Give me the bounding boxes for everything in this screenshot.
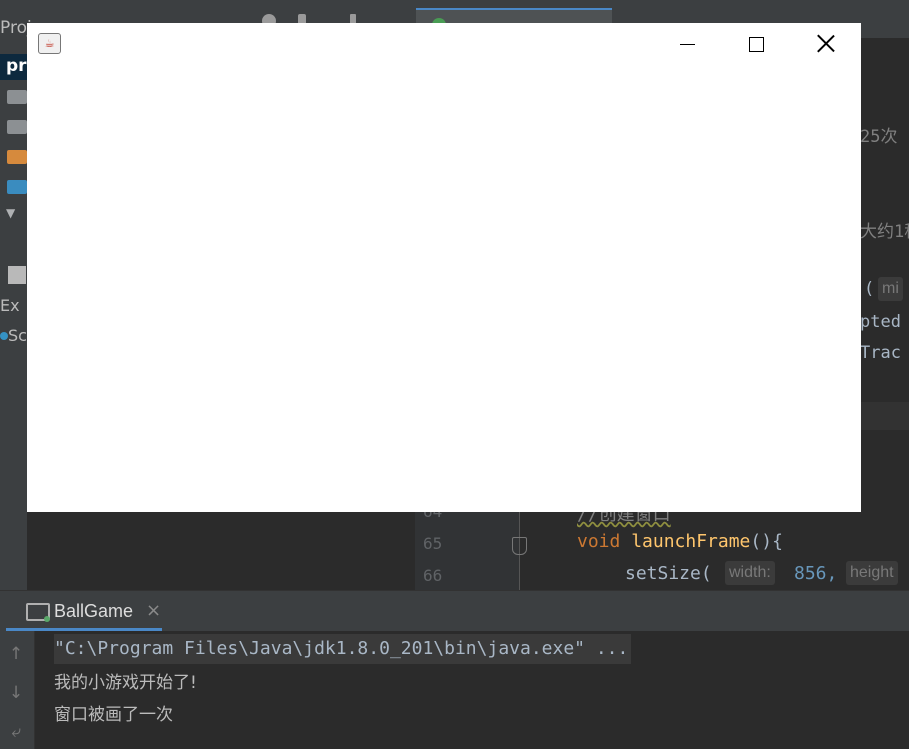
code-line-call: setSize( (625, 563, 712, 584)
code-comment-fragment: 25次 (860, 127, 898, 147)
maximize-button[interactable] (737, 31, 777, 59)
project-root-item[interactable]: pr (0, 54, 27, 80)
width-value: 856, (794, 563, 838, 584)
fold-marker-icon[interactable] (512, 537, 527, 555)
height-param-hint: height (846, 561, 898, 585)
library-icon[interactable] (8, 266, 26, 284)
close-icon (816, 33, 836, 53)
width-param-hint: width: (725, 561, 775, 585)
run-tool-bar: BallGame × (0, 590, 909, 631)
close-button[interactable] (806, 31, 846, 59)
run-tab-ballgame[interactable]: BallGame × (6, 591, 162, 631)
arrow-down-icon[interactable]: ↓ (7, 684, 25, 702)
code-line-method: void launchFrame(){ (577, 531, 783, 552)
code-stacktrace-fragment: Trac (860, 343, 901, 363)
run-tab-label: BallGame (54, 601, 134, 621)
line-number: 66 (423, 566, 443, 585)
close-tab-icon[interactable]: × (146, 600, 161, 621)
scratches-label[interactable]: Sc (8, 326, 27, 345)
expand-arrow-icon[interactable]: ▼ (6, 206, 15, 220)
console-command-line: "C:\Program Files\Java\jdk1.8.0_201\bin\… (54, 634, 632, 664)
project-root-label: pr (6, 56, 27, 76)
console-output-line: 我的小游戏开始了! (54, 673, 197, 693)
maximize-icon (749, 37, 764, 52)
minimize-button[interactable] (667, 31, 707, 59)
source-folder-icon[interactable] (7, 180, 27, 194)
line-number: 65 (423, 534, 443, 553)
folder-icon[interactable] (7, 120, 27, 134)
project-panel: pr ▼ Ex Sc (0, 38, 27, 590)
console-output-line: 窗口被画了一次 (54, 705, 173, 725)
minimize-icon (680, 44, 695, 45)
soft-wrap-icon[interactable]: ⤶ (7, 723, 25, 741)
parameter-hint: mi (878, 277, 903, 301)
running-indicator-icon (44, 616, 50, 622)
code-exception-fragment: pted (860, 312, 901, 332)
scratches-icon (0, 332, 8, 340)
java-game-window[interactable]: ☕ (27, 23, 861, 512)
external-libraries-label[interactable]: Ex (0, 296, 20, 315)
java-cup-icon[interactable]: ☕ (38, 33, 61, 54)
run-console[interactable]: "C:\Program Files\Java\jdk1.8.0_201\bin\… (35, 631, 909, 749)
code-comment-fragment: 大约1秒 (860, 222, 909, 242)
code-paren: ( (864, 279, 875, 299)
excluded-folder-icon[interactable] (7, 150, 27, 164)
folder-icon[interactable] (7, 90, 27, 104)
run-side-toolbar: ↑ ↓ ⤶ (0, 631, 35, 749)
arrow-up-icon[interactable]: ↑ (7, 645, 25, 663)
